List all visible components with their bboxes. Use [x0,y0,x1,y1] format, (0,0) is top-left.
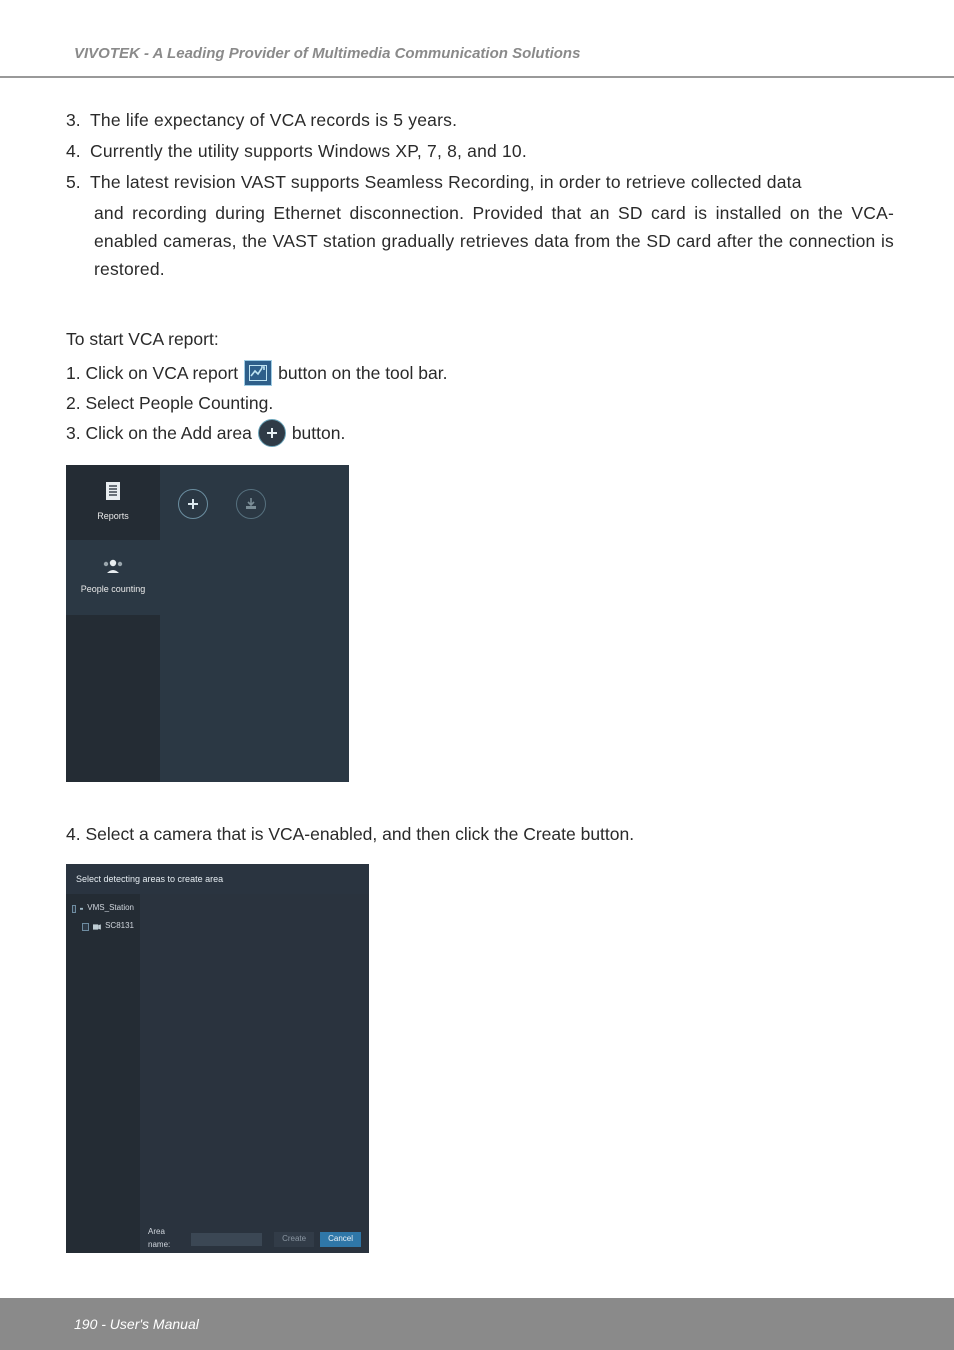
add-area-icon [258,419,286,447]
step-text: 3. Click on the Add area [66,419,252,447]
area-name-input[interactable] [191,1233,262,1246]
page-content: 3. The life expectancy of VCA records is… [0,78,954,1253]
screenshot-select-areas-dialog: Select detecting areas to create area VM… [66,864,369,1253]
dialog-body: VMS_Station SC8131 Area name: Create C [66,894,369,1253]
brand-tagline: VIVOTEK - A Leading Provider of Multimed… [74,45,580,76]
checkbox[interactable] [72,905,76,913]
list-text: The life expectancy of VCA records is 5 … [90,106,894,134]
panel-body [160,465,349,782]
dialog-footer: Area name: Create Cancel [140,1225,369,1253]
sidebar-item-label: Reports [97,509,129,523]
sidebar: Reports People counting [66,465,160,782]
spacing [66,283,894,325]
page-footer: 190 - User's Manual [0,1298,954,1350]
dialog-title: Select detecting areas to create area [66,864,369,894]
page: VIVOTEK - A Leading Provider of Multimed… [0,0,954,1350]
cancel-button[interactable]: Cancel [320,1232,361,1247]
export-button[interactable] [236,489,266,519]
step-text: button on the tool bar. [278,359,447,387]
camera-icon [93,924,101,930]
page-header: VIVOTEK - A Leading Provider of Multimed… [0,0,954,78]
area-name-label: Area name: [148,1226,185,1252]
station-icon [80,905,83,913]
vca-report-icon [244,360,272,386]
sidebar-item-reports[interactable]: Reports [66,465,160,540]
list-item: 3. The life expectancy of VCA records is… [66,106,894,134]
step-3: 3. Click on the Add area button. [66,419,894,447]
step-1: 1. Click on VCA report button on the too… [66,359,894,387]
step-text: button. [292,419,346,447]
add-area-button[interactable] [178,489,208,519]
plus-icon [186,497,200,511]
tree-station-label: VMS_Station [87,902,134,915]
list-number: 5. [66,168,84,196]
dialog-preview-area: Area name: Create Cancel [140,894,369,1253]
create-button[interactable]: Create [274,1232,314,1247]
step-text: 2. Select People Counting. [66,389,273,417]
list-text: Currently the utility supports Windows X… [90,137,894,165]
checkbox[interactable] [82,923,89,931]
list-item: 4. Currently the utility supports Window… [66,137,894,165]
reports-icon [104,481,122,501]
sidebar-item-people-counting[interactable]: People counting [66,540,160,615]
screenshot-reports-panel: Reports People counting [66,465,349,782]
list-item: 5. The latest revision VAST supports Sea… [66,168,894,196]
page-number-line: 190 - User's Manual [74,1316,199,1332]
list-number: 3. [66,106,84,134]
camera-tree: VMS_Station SC8131 [66,894,140,1253]
export-icon [244,497,258,511]
people-counting-icon [102,558,124,574]
tree-camera-row[interactable]: SC8131 [72,920,134,933]
list-number: 4. [66,137,84,165]
button-label: Cancel [328,1233,353,1246]
tree-station-row[interactable]: VMS_Station [72,902,134,915]
button-label: Create [282,1233,306,1246]
list-continuation: and recording during Ethernet disconnect… [66,199,894,283]
list-text: The latest revision VAST supports Seamle… [90,168,894,196]
step-text: 1. Click on VCA report [66,359,238,387]
step-2: 2. Select People Counting. [66,389,894,417]
section-lead: To start VCA report: [66,325,894,353]
sidebar-item-label: People counting [81,582,146,596]
step-4: 4. Select a camera that is VCA-enabled, … [66,820,894,848]
tree-camera-label: SC8131 [105,920,134,933]
